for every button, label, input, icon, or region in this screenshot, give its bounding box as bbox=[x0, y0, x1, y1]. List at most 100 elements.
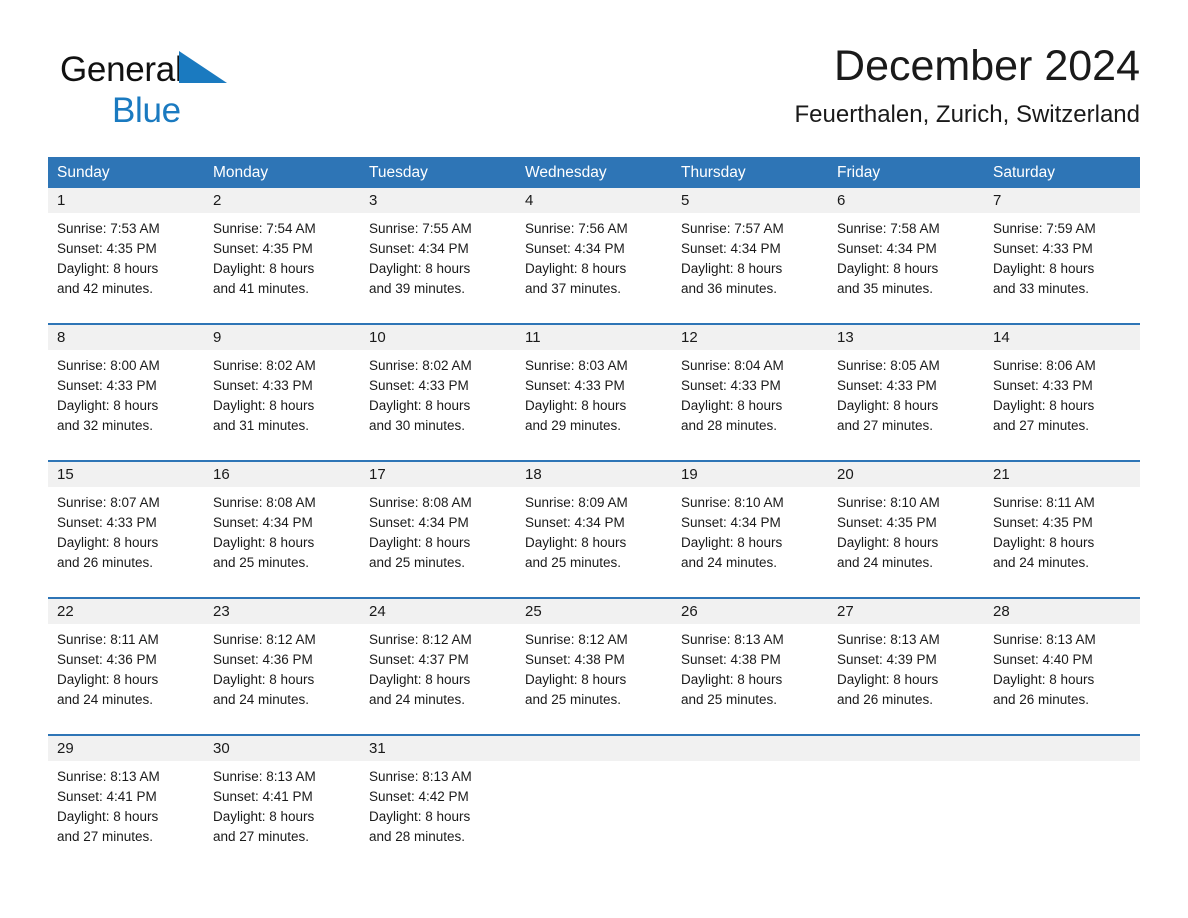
day-cell[interactable]: 3 Sunrise: 7:55 AM Sunset: 4:34 PM Dayli… bbox=[360, 188, 516, 311]
day-number: 1 bbox=[48, 188, 204, 213]
day-cell[interactable]: 5 Sunrise: 7:57 AM Sunset: 4:34 PM Dayli… bbox=[672, 188, 828, 311]
sunrise-text: Sunrise: 8:10 AM bbox=[681, 495, 784, 510]
sunset-text: Sunset: 4:34 PM bbox=[369, 240, 469, 256]
sunset-text: Sunset: 4:41 PM bbox=[213, 788, 313, 804]
day-cell[interactable]: 8 Sunrise: 8:00 AM Sunset: 4:33 PM Dayli… bbox=[48, 325, 204, 448]
sunset-text: Sunset: 4:37 PM bbox=[369, 651, 469, 667]
daylight-text-line1: Daylight: 8 hours bbox=[837, 671, 939, 687]
day-number bbox=[516, 736, 672, 761]
day-number: 12 bbox=[672, 325, 828, 350]
day-number bbox=[828, 736, 984, 761]
sunrise-text: Sunrise: 8:02 AM bbox=[213, 358, 316, 373]
sunrise-text: Sunrise: 8:02 AM bbox=[369, 358, 472, 373]
day-cell[interactable]: 22 Sunrise: 8:11 AM Sunset: 4:36 PM Dayl… bbox=[48, 599, 204, 722]
sunset-text: Sunset: 4:35 PM bbox=[57, 240, 157, 256]
day-cell[interactable]: 23 Sunrise: 8:12 AM Sunset: 4:36 PM Dayl… bbox=[204, 599, 360, 722]
daylight-text-line2: and 24 minutes. bbox=[681, 554, 778, 570]
page-header: General Blue December 2024 Feuerthalen, … bbox=[48, 40, 1140, 150]
daylight-text-line1: Daylight: 8 hours bbox=[213, 808, 315, 824]
week-row: 22 Sunrise: 8:11 AM Sunset: 4:36 PM Dayl… bbox=[48, 597, 1140, 722]
day-cell[interactable]: 26 Sunrise: 8:13 AM Sunset: 4:38 PM Dayl… bbox=[672, 599, 828, 722]
sunrise-text: Sunrise: 7:56 AM bbox=[525, 221, 628, 236]
daylight-text-line2: and 26 minutes. bbox=[837, 691, 934, 707]
sunset-text: Sunset: 4:33 PM bbox=[525, 377, 625, 393]
daylight-text-line1: Daylight: 8 hours bbox=[681, 397, 783, 413]
sunset-text: Sunset: 4:34 PM bbox=[681, 240, 781, 256]
day-details: Sunrise: 8:04 AM Sunset: 4:33 PM Dayligh… bbox=[672, 350, 828, 436]
day-cell[interactable]: 7 Sunrise: 7:59 AM Sunset: 4:33 PM Dayli… bbox=[984, 188, 1140, 311]
day-cell[interactable]: 20 Sunrise: 8:10 AM Sunset: 4:35 PM Dayl… bbox=[828, 462, 984, 585]
page-subtitle: Feuerthalen, Zurich, Switzerland bbox=[794, 101, 1141, 128]
day-cell[interactable]: 27 Sunrise: 8:13 AM Sunset: 4:39 PM Dayl… bbox=[828, 599, 984, 722]
day-cell[interactable]: 13 Sunrise: 8:05 AM Sunset: 4:33 PM Dayl… bbox=[828, 325, 984, 448]
logo-text-blue: Blue bbox=[112, 91, 181, 130]
sunset-text: Sunset: 4:35 PM bbox=[837, 514, 937, 530]
daylight-text-line1: Daylight: 8 hours bbox=[213, 534, 315, 550]
day-cell[interactable]: 24 Sunrise: 8:12 AM Sunset: 4:37 PM Dayl… bbox=[360, 599, 516, 722]
day-cell[interactable]: 31 Sunrise: 8:13 AM Sunset: 4:42 PM Dayl… bbox=[360, 736, 516, 859]
sunset-text: Sunset: 4:42 PM bbox=[369, 788, 469, 804]
day-cell-empty bbox=[984, 736, 1140, 859]
day-details: Sunrise: 8:08 AM Sunset: 4:34 PM Dayligh… bbox=[360, 487, 516, 573]
week-row: 8 Sunrise: 8:00 AM Sunset: 4:33 PM Dayli… bbox=[48, 323, 1140, 448]
day-cell[interactable]: 21 Sunrise: 8:11 AM Sunset: 4:35 PM Dayl… bbox=[984, 462, 1140, 585]
day-number bbox=[672, 736, 828, 761]
sunset-text: Sunset: 4:34 PM bbox=[213, 514, 313, 530]
sunrise-text: Sunrise: 8:07 AM bbox=[57, 495, 160, 510]
day-cell[interactable]: 4 Sunrise: 7:56 AM Sunset: 4:34 PM Dayli… bbox=[516, 188, 672, 311]
daylight-text-line2: and 27 minutes. bbox=[837, 417, 934, 433]
day-number: 18 bbox=[516, 462, 672, 487]
day-cell[interactable]: 2 Sunrise: 7:54 AM Sunset: 4:35 PM Dayli… bbox=[204, 188, 360, 311]
day-details: Sunrise: 7:59 AM Sunset: 4:33 PM Dayligh… bbox=[984, 213, 1140, 299]
day-details: Sunrise: 8:13 AM Sunset: 4:41 PM Dayligh… bbox=[48, 761, 204, 847]
day-details: Sunrise: 8:03 AM Sunset: 4:33 PM Dayligh… bbox=[516, 350, 672, 436]
daylight-text-line1: Daylight: 8 hours bbox=[681, 534, 783, 550]
day-details bbox=[672, 761, 828, 767]
day-cell[interactable]: 11 Sunrise: 8:03 AM Sunset: 4:33 PM Dayl… bbox=[516, 325, 672, 448]
day-number: 11 bbox=[516, 325, 672, 350]
day-cell[interactable]: 10 Sunrise: 8:02 AM Sunset: 4:33 PM Dayl… bbox=[360, 325, 516, 448]
day-cell[interactable]: 19 Sunrise: 8:10 AM Sunset: 4:34 PM Dayl… bbox=[672, 462, 828, 585]
day-details bbox=[516, 761, 672, 767]
daylight-text-line1: Daylight: 8 hours bbox=[57, 397, 159, 413]
calendar-grid: Sunday Monday Tuesday Wednesday Thursday… bbox=[48, 157, 1140, 859]
daylight-text-line1: Daylight: 8 hours bbox=[837, 260, 939, 276]
daylight-text-line2: and 28 minutes. bbox=[681, 417, 778, 433]
day-cell[interactable]: 25 Sunrise: 8:12 AM Sunset: 4:38 PM Dayl… bbox=[516, 599, 672, 722]
title-block: December 2024 Feuerthalen, Zurich, Switz… bbox=[380, 40, 1141, 132]
day-number: 25 bbox=[516, 599, 672, 624]
daylight-text-line2: and 25 minutes. bbox=[681, 691, 778, 707]
day-cell[interactable]: 6 Sunrise: 7:58 AM Sunset: 4:34 PM Dayli… bbox=[828, 188, 984, 311]
day-cell[interactable]: 9 Sunrise: 8:02 AM Sunset: 4:33 PM Dayli… bbox=[204, 325, 360, 448]
daylight-text-line1: Daylight: 8 hours bbox=[369, 534, 471, 550]
day-cell[interactable]: 16 Sunrise: 8:08 AM Sunset: 4:34 PM Dayl… bbox=[204, 462, 360, 585]
day-number: 5 bbox=[672, 188, 828, 213]
sunset-text: Sunset: 4:35 PM bbox=[993, 514, 1093, 530]
weekday-header-tuesday: Tuesday bbox=[369, 164, 428, 181]
day-details: Sunrise: 8:11 AM Sunset: 4:35 PM Dayligh… bbox=[984, 487, 1140, 573]
day-cell[interactable]: 1 Sunrise: 7:53 AM Sunset: 4:35 PM Dayli… bbox=[48, 188, 204, 311]
day-cell[interactable]: 30 Sunrise: 8:13 AM Sunset: 4:41 PM Dayl… bbox=[204, 736, 360, 859]
generalblue-logo[interactable]: General Blue bbox=[60, 48, 320, 132]
day-details: Sunrise: 8:00 AM Sunset: 4:33 PM Dayligh… bbox=[48, 350, 204, 436]
logo-top-line: General bbox=[60, 48, 320, 92]
daylight-text-line2: and 24 minutes. bbox=[213, 691, 310, 707]
day-cell[interactable]: 18 Sunrise: 8:09 AM Sunset: 4:34 PM Dayl… bbox=[516, 462, 672, 585]
day-cell[interactable]: 12 Sunrise: 8:04 AM Sunset: 4:33 PM Dayl… bbox=[672, 325, 828, 448]
sunset-text: Sunset: 4:36 PM bbox=[57, 651, 157, 667]
sunset-text: Sunset: 4:33 PM bbox=[993, 240, 1093, 256]
day-cell[interactable]: 29 Sunrise: 8:13 AM Sunset: 4:41 PM Dayl… bbox=[48, 736, 204, 859]
day-cell[interactable]: 15 Sunrise: 8:07 AM Sunset: 4:33 PM Dayl… bbox=[48, 462, 204, 585]
daylight-text-line1: Daylight: 8 hours bbox=[369, 671, 471, 687]
day-number: 2 bbox=[204, 188, 360, 213]
page-title: December 2024 bbox=[834, 42, 1140, 90]
day-cell[interactable]: 14 Sunrise: 8:06 AM Sunset: 4:33 PM Dayl… bbox=[984, 325, 1140, 448]
day-number: 9 bbox=[204, 325, 360, 350]
daylight-text-line2: and 30 minutes. bbox=[369, 417, 466, 433]
daylight-text-line1: Daylight: 8 hours bbox=[369, 808, 471, 824]
day-details: Sunrise: 8:13 AM Sunset: 4:38 PM Dayligh… bbox=[672, 624, 828, 710]
day-number: 4 bbox=[516, 188, 672, 213]
day-number: 7 bbox=[984, 188, 1140, 213]
day-cell[interactable]: 17 Sunrise: 8:08 AM Sunset: 4:34 PM Dayl… bbox=[360, 462, 516, 585]
day-cell[interactable]: 28 Sunrise: 8:13 AM Sunset: 4:40 PM Dayl… bbox=[984, 599, 1140, 722]
